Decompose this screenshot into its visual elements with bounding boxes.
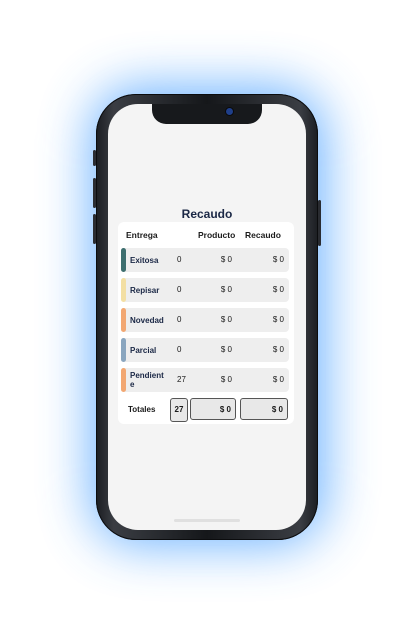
row-pendiente[interactable]: Pendiente 27 $ 0 $ 0 bbox=[121, 368, 289, 392]
row-recaudo: $ 0 bbox=[272, 285, 284, 294]
camera-icon bbox=[226, 108, 233, 115]
stage: Recaudo Entrega Producto Recaudo Exitosa… bbox=[0, 0, 413, 632]
totals-recaudo: $ 0 bbox=[240, 398, 288, 420]
row-count: 0 bbox=[177, 345, 182, 354]
totals-count: 27 bbox=[170, 398, 188, 422]
row-label: Parcial bbox=[130, 345, 157, 355]
status-bar bbox=[126, 190, 288, 200]
status-color-bar bbox=[121, 368, 126, 392]
totals-producto: $ 0 bbox=[190, 398, 236, 420]
row-producto: $ 0 bbox=[220, 345, 232, 354]
row-recaudo: $ 0 bbox=[272, 345, 284, 354]
row-parcial[interactable]: Parcial 0 $ 0 $ 0 bbox=[121, 338, 289, 362]
row-producto: $ 0 bbox=[220, 315, 232, 324]
status-color-bar bbox=[121, 338, 126, 362]
row-exitosa[interactable]: Exitosa 0 $ 0 $ 0 bbox=[121, 248, 289, 272]
row-count: 0 bbox=[177, 255, 182, 264]
page-title: Recaudo bbox=[181, 207, 233, 221]
row-producto: $ 0 bbox=[220, 255, 232, 264]
home-indicator bbox=[174, 519, 240, 522]
header-entrega: Entrega bbox=[126, 230, 158, 240]
row-recaudo: $ 0 bbox=[272, 255, 284, 264]
header-producto: Producto bbox=[198, 230, 236, 240]
status-color-bar bbox=[121, 308, 126, 332]
row-count: 0 bbox=[177, 285, 182, 294]
row-recaudo: $ 0 bbox=[272, 315, 284, 324]
row-producto: $ 0 bbox=[220, 285, 232, 294]
row-label: Exitosa bbox=[130, 255, 159, 265]
status-color-bar bbox=[121, 248, 126, 272]
row-label: Repisar bbox=[130, 285, 160, 295]
row-producto: $ 0 bbox=[220, 375, 232, 384]
recaudo-card: Entrega Producto Recaudo Exitosa 0 $ 0 $… bbox=[118, 222, 294, 424]
notch bbox=[152, 104, 262, 124]
power-button bbox=[318, 200, 321, 246]
totals-label: Totales bbox=[128, 405, 156, 414]
row-repisar[interactable]: Repisar 0 $ 0 $ 0 bbox=[121, 278, 289, 302]
status-color-bar bbox=[121, 278, 126, 302]
header-recaudo: Recaudo bbox=[245, 230, 281, 240]
row-label: Pendiente bbox=[130, 371, 164, 389]
row-count: 27 bbox=[177, 375, 186, 384]
phone-screen: Recaudo Entrega Producto Recaudo Exitosa… bbox=[108, 104, 306, 530]
row-recaudo: $ 0 bbox=[272, 375, 284, 384]
row-count: 0 bbox=[177, 315, 182, 324]
row-label: Novedad bbox=[130, 315, 164, 325]
row-novedad[interactable]: Novedad 0 $ 0 $ 0 bbox=[121, 308, 289, 332]
